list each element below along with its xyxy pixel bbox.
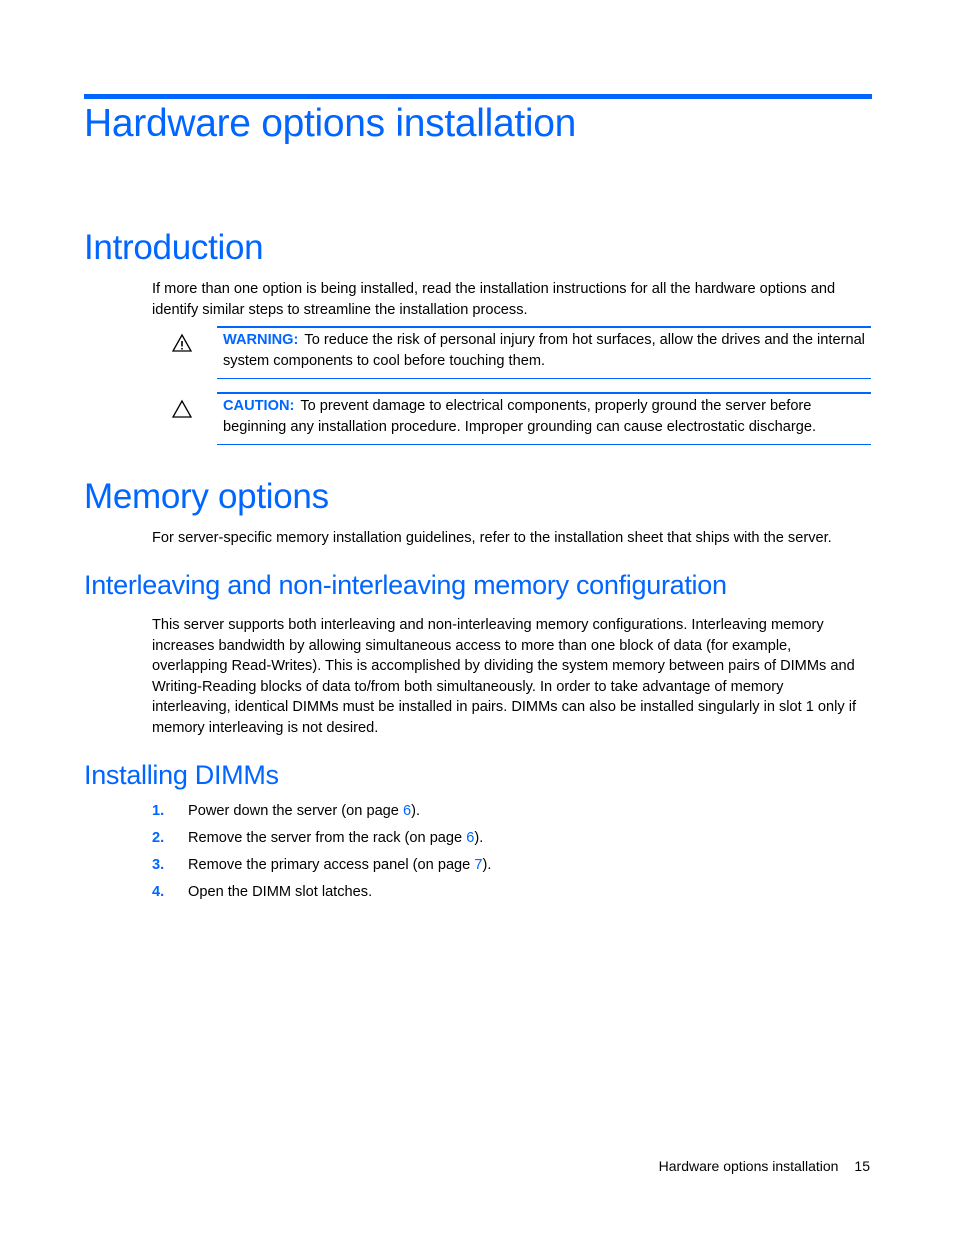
step-number: 2. [152,830,165,846]
installation-steps: 1. Power down the server (on page 6). 2.… [152,801,491,909]
caution-note: CAUTION: To prevent damage to electrical … [217,392,871,445]
installing-dimms-heading: Installing DIMMs [84,760,279,790]
step-item: 2. Remove the server from the rack (on p… [152,828,491,855]
caution-text: To prevent damage to electrical componen… [223,398,817,435]
warning-text: To reduce the risk of personal injury fr… [223,332,865,369]
warning-label: WARNING: [223,332,299,348]
memory-options-heading: Memory options [84,477,329,516]
memory-options-body: For server-specific memory installation … [152,530,832,546]
step-text: Remove the server from the rack (on page… [188,830,484,846]
step-item: 1. Power down the server (on page 6). [152,801,491,828]
step-item: 3. Remove the primary access panel (on p… [152,855,491,882]
page-number: 15 [854,1158,870,1174]
introduction-body: If more than one option is being install… [152,281,836,318]
chapter-title: Hardware options installation [84,102,577,145]
caution-icon [171,399,193,418]
warning-icon [171,333,193,352]
page-footer: Hardware options installation 15 [659,1158,870,1174]
page-link[interactable]: 6 [403,803,411,819]
interleaving-body: This server supports both interleaving a… [152,617,857,736]
footer-section: Hardware options installation [658,1158,839,1174]
introduction-heading: Introduction [84,228,264,267]
step-item: 4. Open the DIMM slot latches. [152,882,491,909]
step-text: Power down the server (on page 6). [188,803,421,819]
step-number: 3. [152,857,165,873]
interleaving-heading: Interleaving and non-interleaving memory… [84,570,727,600]
warning-note: WARNING: To reduce the risk of personal i… [217,326,871,379]
step-number: 1. [152,803,165,819]
chapter-rule [84,94,872,99]
step-number: 4. [152,884,165,900]
step-text: Open the DIMM slot latches. [188,884,373,900]
caution-label: CAUTION: [223,398,295,414]
step-text: Remove the primary access panel (on page… [188,857,492,873]
